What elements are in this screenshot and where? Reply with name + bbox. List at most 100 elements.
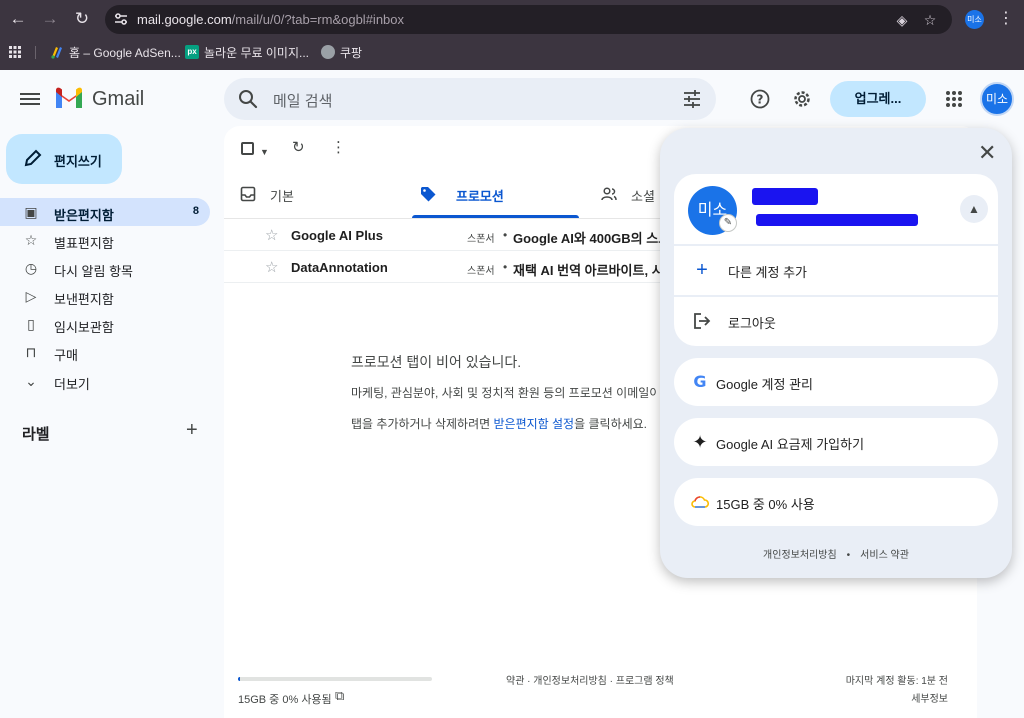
privacy-link[interactable]: 개인정보처리방침 (763, 550, 837, 561)
tab-promotions[interactable]: 프로모션 (420, 182, 580, 218)
sidebar-item-starred[interactable]: ☆ 별표편지함 (0, 226, 210, 254)
hint-text: 탭을 추가하거나 삭제하려면 (351, 417, 494, 431)
add-label-icon[interactable]: + (186, 419, 198, 442)
svg-text:?: ? (757, 93, 764, 107)
search-options-icon[interactable] (682, 89, 702, 109)
sidebar-item-purchases[interactable]: ⊓ 구매 (0, 338, 210, 366)
sidebar-item-sent[interactable]: ▷ 보낸편지함 (0, 282, 210, 310)
forward-arrow-icon[interactable]: → (39, 8, 61, 30)
apps-shortcut-icon[interactable] (9, 43, 21, 61)
sidebar-item-inbox[interactable]: ▣ 받은편지함 8 (0, 198, 210, 226)
card-divider (674, 295, 998, 297)
refresh-icon[interactable]: ↻ (292, 139, 305, 157)
google-apps-icon[interactable] (946, 91, 962, 107)
pexels-icon: px (185, 45, 199, 59)
browser-chrome: ← → ↻ mail.google.com/mail/u/0/?tab=rm&o… (0, 0, 1024, 70)
search-icon[interactable] (238, 89, 258, 109)
labels-heading: 라벨 (22, 426, 50, 443)
sidebar-item-label: 보낸편지함 (54, 292, 114, 307)
url-path: /mail/u/0/?tab=rm&ogbl#inbox (231, 12, 405, 27)
sponsored-tag: 스폰서 (467, 234, 495, 245)
star-icon: ☆ (24, 232, 38, 248)
storage-usage-text: 15GB 중 0% 사용됨 (238, 694, 332, 706)
bookmark-coupang[interactable]: 쿠팡 (321, 43, 362, 61)
bag-icon: ⊓ (25, 344, 37, 360)
storage-button[interactable]: 15GB 중 0% 사용 (674, 478, 998, 526)
account-panel: ✕ 미소 ✎ ▲ + 다른 계정 추가 로그아웃 G Google 계정 관리 … (660, 128, 1012, 578)
inbox-settings-link[interactable]: 받은편지함 설정 (493, 417, 574, 431)
tab-primary[interactable]: 기본 (240, 182, 412, 218)
send-icon: ▷ (25, 288, 37, 304)
sidebar-item-label: 다시 알림 항목 (54, 264, 133, 279)
star-icon[interactable]: ☆ (265, 226, 278, 244)
star-icon[interactable]: ☆ (265, 258, 278, 276)
cloud-icon (691, 496, 710, 508)
sidebar-item-more[interactable]: ⌄ 더보기 (0, 367, 210, 395)
add-account-label: 다른 계정 추가 (728, 265, 807, 280)
eye-slash-icon[interactable]: ◈ (893, 11, 911, 29)
storage-label: 15GB 중 0% 사용 (716, 497, 815, 512)
footer-links[interactable]: 약관 · 개인정보처리방침 · 프로그램 정책 (506, 672, 674, 687)
help-icon[interactable]: ? (750, 89, 770, 109)
plus-icon: + (696, 259, 708, 281)
draft-icon: ▯ (27, 316, 35, 332)
account-avatar[interactable]: 미소 (980, 82, 1014, 116)
storage-progress-bar (238, 677, 432, 681)
tab-social[interactable]: 소셜 (601, 182, 661, 218)
bookmark-star-icon[interactable]: ☆ (921, 11, 939, 29)
main-menu-icon[interactable] (20, 90, 40, 108)
back-arrow-icon[interactable]: ← (7, 8, 29, 30)
tag-icon (421, 187, 436, 202)
compose-button[interactable]: 편지쓰기 (6, 134, 122, 184)
bookmark-label: 놀라운 무료 이미지... (204, 45, 309, 60)
site-settings-icon[interactable] (113, 11, 129, 27)
inbox-icon: ▣ (24, 204, 38, 220)
settings-gear-icon[interactable] (792, 89, 812, 109)
ai-plan-button[interactable]: ✦ Google AI 요금제 가입하기 (674, 418, 998, 466)
manage-account-button[interactable]: G Google 계정 관리 (674, 358, 998, 406)
compose-label: 편지쓰기 (54, 154, 102, 169)
hint-text: 을 클릭하세요. (574, 417, 648, 431)
sidebar-item-label: 구매 (54, 348, 78, 363)
bookmark-pexels[interactable]: px 놀라운 무료 이미지... (185, 43, 309, 61)
more-options-icon[interactable]: ⋮ (331, 139, 346, 157)
card-divider (674, 244, 998, 246)
separator-dot: • (503, 260, 508, 274)
app-name: Gmail (92, 88, 145, 110)
clock-icon: ◷ (24, 260, 38, 276)
browser-menu-icon[interactable]: ⋮ (998, 9, 1014, 29)
upgrade-button[interactable]: 업그레... (830, 81, 926, 117)
logout-button[interactable]: 로그아웃 (692, 309, 992, 333)
inbox-icon (240, 186, 256, 202)
sidebar-item-label: 임시보관함 (54, 320, 114, 335)
chevron-up-icon[interactable]: ▲ (960, 195, 988, 223)
search-input[interactable]: 메일 검색 (273, 90, 332, 111)
search-bar[interactable]: 메일 검색 (224, 78, 716, 120)
sidebar-item-snoozed[interactable]: ◷ 다시 알림 항목 (0, 254, 210, 282)
browser-profile-avatar[interactable]: 미소 (965, 10, 984, 29)
terms-link[interactable]: 서비스 약관 (860, 550, 909, 561)
select-dropdown-icon[interactable]: ▼ (260, 143, 269, 161)
email-sender: Google AI Plus (291, 228, 383, 243)
reload-icon[interactable]: ↻ (71, 8, 93, 30)
sidebar-item-drafts[interactable]: ▯ 임시보관함 (0, 310, 210, 338)
bookmark-adsense[interactable]: 홈 – Google AdSen... (50, 43, 181, 61)
close-icon[interactable]: ✕ (978, 142, 996, 164)
logout-icon (694, 313, 711, 329)
empty-state-title: 프로모션 탭이 비어 있습니다. (351, 354, 522, 370)
storage-fill (238, 677, 240, 681)
google-g-icon: G (693, 372, 707, 391)
bookmarks-bar: 홈 – Google AdSen... px 놀라운 무료 이미지... 쿠팡 (0, 40, 1024, 64)
open-in-new-icon[interactable]: ⧉ (335, 688, 344, 704)
gmail-logo-icon[interactable] (54, 86, 84, 110)
chevron-down-icon: ⌄ (25, 373, 37, 389)
pencil-icon (24, 149, 42, 167)
edit-photo-icon[interactable]: ✎ (719, 214, 737, 232)
select-all-checkbox[interactable] (241, 142, 254, 155)
details-link[interactable]: 세부정보 (911, 690, 948, 705)
empty-state-description: 마케팅, 관심분야, 사회 및 정치적 환원 등의 프로모션 이메일이 (351, 386, 657, 400)
ai-plan-label: Google AI 요금제 가입하기 (716, 437, 865, 452)
add-account-button[interactable]: + 다른 계정 추가 (692, 258, 992, 282)
sparkle-icon: ✦ (692, 432, 708, 452)
address-bar[interactable]: mail.google.com/mail/u/0/?tab=rm&ogbl#in… (105, 5, 952, 34)
